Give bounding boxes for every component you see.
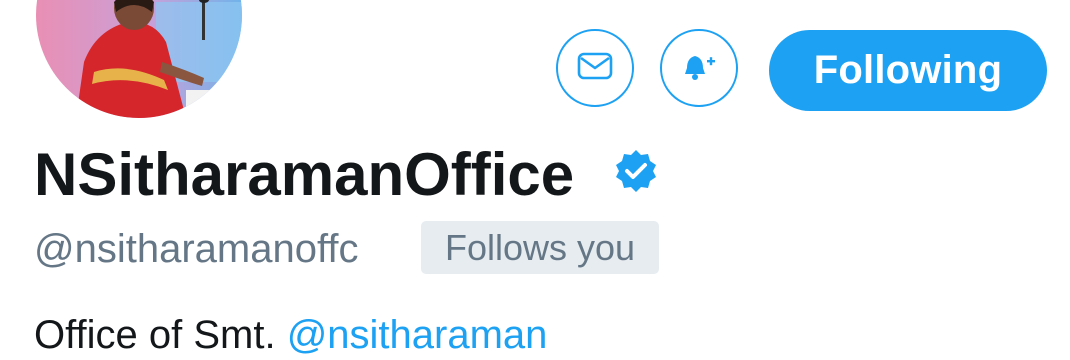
envelope-icon (575, 46, 615, 91)
verified-badge-icon (612, 147, 660, 200)
bio-mention-link[interactable]: @nsitharaman (287, 313, 548, 357)
bio-text: Office of Smt. (34, 313, 287, 357)
message-button[interactable] (556, 29, 634, 107)
profile-handle: @nsitharamanoffc (34, 227, 359, 271)
profile-display-name: NSitharamanOffice (34, 141, 575, 208)
follows-you-badge: Follows you (421, 221, 659, 274)
profile-avatar[interactable] (32, 0, 246, 122)
profile-bio: Office of Smt. @nsitharaman (34, 310, 547, 360)
following-button[interactable]: Following (769, 30, 1047, 111)
notifications-button[interactable] (660, 29, 738, 107)
bell-plus-icon (679, 46, 719, 91)
